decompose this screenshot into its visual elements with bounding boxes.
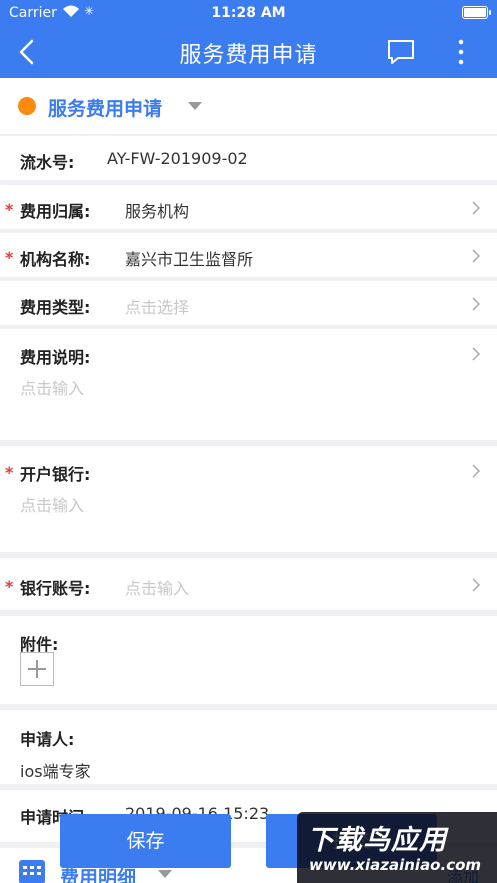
fee-type-label: 费用类型:	[20, 298, 91, 317]
caret-down-icon	[158, 870, 172, 878]
serial-row: 流水号: AY-FW-201909-02	[0, 136, 497, 180]
fee-belong-value: 服务机构	[125, 202, 190, 221]
fee-type-placeholder: 点击选择	[125, 298, 190, 317]
fee-belong-row[interactable]: * 费用归属: 服务机构	[0, 185, 497, 229]
required-mark: *	[5, 463, 14, 482]
form-content: 服务费用申请 流水号: AY-FW-201909-02 * 费用归属: 服务机构…	[0, 78, 497, 883]
fee-desc-input[interactable]: 点击输入	[20, 375, 84, 399]
watermark-logo: 下载鸟应用 www.xiazainiao.com	[297, 812, 497, 883]
status-bar: Carrier ✳ 11:28 AM	[0, 0, 497, 26]
save-button[interactable]: 保存	[60, 814, 231, 868]
clock: 11:28 AM	[211, 5, 286, 21]
bank-row[interactable]: * 开户银行: 点击输入	[0, 446, 497, 552]
battery-icon	[462, 6, 491, 19]
org-name-label: 机构名称:	[20, 250, 91, 269]
fee-desc-label: 费用说明:	[20, 348, 91, 367]
bank-input[interactable]: 点击输入	[20, 492, 84, 516]
bank-label: 开户银行:	[20, 465, 91, 484]
chevron-right-icon	[472, 249, 481, 263]
applicant-label: 申请人:	[20, 730, 75, 749]
bank-account-input[interactable]: 点击输入	[125, 575, 189, 599]
applicant-value: ios端专家	[20, 762, 91, 781]
bank-account-row[interactable]: * 银行账号: 点击输入	[0, 558, 497, 610]
required-mark: *	[5, 577, 14, 596]
chevron-right-icon	[472, 297, 481, 311]
nav-bar: 服务费用申请	[0, 26, 497, 78]
chevron-right-icon	[472, 201, 481, 215]
chevron-right-icon	[472, 347, 481, 361]
caret-down-icon	[188, 102, 202, 110]
org-name-row[interactable]: * 机构名称: 嘉兴市卫生监督所	[0, 233, 497, 277]
watermark-title: 下载鸟应用	[307, 825, 447, 856]
page-title: 服务费用申请	[179, 43, 318, 68]
required-mark: *	[5, 200, 14, 219]
chevron-right-icon	[472, 464, 481, 478]
fee-desc-row[interactable]: 费用说明: 点击输入	[0, 329, 497, 440]
watermark-url: www.xiazainiao.com	[309, 856, 482, 874]
section-title: 服务费用申请	[48, 98, 163, 120]
fee-belong-label: 费用归属:	[20, 202, 91, 221]
section-header[interactable]: 服务费用申请	[0, 78, 497, 134]
serial-label: 流水号:	[20, 153, 75, 172]
attachment-row: 附件:	[0, 616, 497, 704]
add-attachment-button[interactable]	[20, 652, 54, 686]
applicant-row: 申请人: ios端专家	[0, 710, 497, 784]
calendar-icon	[19, 860, 45, 883]
message-icon[interactable]	[386, 38, 416, 66]
status-dot	[18, 97, 36, 115]
serial-value: AY-FW-201909-02	[107, 149, 248, 168]
bank-account-label: 银行账号:	[20, 579, 91, 598]
org-name-value: 嘉兴市卫生监督所	[125, 250, 254, 269]
required-mark: *	[5, 248, 14, 267]
more-vertical-icon[interactable]	[447, 38, 475, 66]
chevron-right-icon	[472, 578, 481, 592]
fee-type-row[interactable]: 费用类型: 点击选择	[0, 281, 497, 325]
